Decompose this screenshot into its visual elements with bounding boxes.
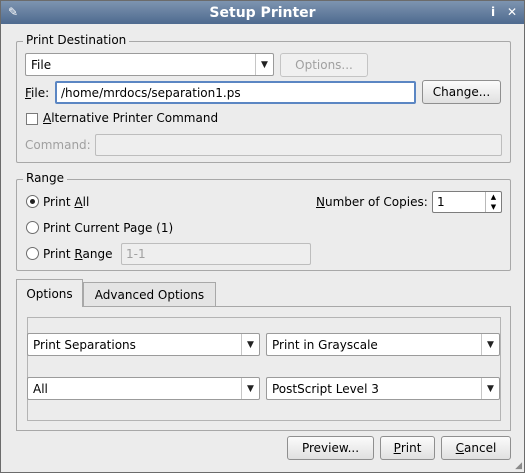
printer-select-value: File bbox=[31, 57, 52, 72]
file-label-text: ile: bbox=[31, 86, 50, 100]
file-path-value: /home/mrdocs/separation1.ps bbox=[61, 85, 241, 100]
alternative-command-checkbox[interactable] bbox=[26, 113, 38, 125]
print-range-radio[interactable] bbox=[26, 247, 39, 260]
copies-label: Number of Copies: bbox=[316, 195, 428, 209]
copies-spinbox[interactable]: 1 ▲ ▼ bbox=[432, 191, 502, 213]
print-current-page-label[interactable]: Print Current Page (1) bbox=[43, 221, 173, 235]
separation-mode-select[interactable]: Print Separations ▼ bbox=[27, 333, 260, 356]
color-mode-value: Print in Grayscale bbox=[272, 337, 378, 352]
separation-select[interactable]: All ▼ bbox=[27, 377, 260, 400]
range-title: Range bbox=[23, 171, 68, 185]
copies-mnemonic: N bbox=[316, 195, 325, 209]
options-tab-panel bbox=[16, 306, 511, 431]
window-title: Setup Printer bbox=[209, 4, 316, 21]
alternative-command-mnemonic: A bbox=[43, 111, 52, 125]
command-input[interactable] bbox=[95, 134, 502, 156]
chevron-down-icon: ▼ bbox=[241, 334, 259, 355]
print-range-label[interactable]: Print Range bbox=[43, 247, 112, 261]
print-mnemonic: P bbox=[393, 441, 401, 455]
print-range-prefix: Print bbox=[43, 247, 75, 261]
print-all-label[interactable]: Print All bbox=[43, 195, 89, 209]
copies-value: 1 bbox=[437, 195, 445, 209]
print-button[interactable]: Print bbox=[380, 436, 435, 460]
setup-printer-dialog: ✎ Setup Printer i ✕ Print Destination Fi… bbox=[0, 0, 525, 473]
resize-grip-icon[interactable]: ◢ bbox=[515, 461, 522, 471]
printer-select[interactable]: File ▼ bbox=[25, 53, 274, 76]
cancel-button[interactable]: Cancel bbox=[441, 436, 511, 460]
chevron-down-icon: ▼ bbox=[241, 378, 259, 399]
print-current-page-radio[interactable] bbox=[26, 221, 39, 234]
postscript-level-value: PostScript Level 3 bbox=[272, 381, 379, 396]
page-range-value: 1-1 bbox=[126, 247, 146, 261]
print-range-mnemonic: R bbox=[74, 247, 83, 261]
page-range-input[interactable]: 1-1 bbox=[121, 243, 311, 265]
tab-advanced-options[interactable]: Advanced Options bbox=[83, 282, 216, 307]
close-icon[interactable]: ✕ bbox=[504, 4, 520, 20]
pin-icon[interactable]: ✎ bbox=[5, 4, 21, 20]
spin-down-icon[interactable]: ▼ bbox=[486, 202, 501, 212]
file-label: File: bbox=[25, 86, 49, 100]
postscript-level-select[interactable]: PostScript Level 3 ▼ bbox=[266, 377, 500, 400]
print-button-text: rint bbox=[400, 441, 422, 455]
chevron-down-icon: ▼ bbox=[255, 54, 273, 75]
cancel-button-text: ancel bbox=[464, 441, 497, 455]
change-button[interactable]: Change... bbox=[422, 80, 501, 104]
options-button[interactable]: Options... bbox=[280, 53, 368, 77]
info-icon[interactable]: i bbox=[485, 4, 501, 20]
command-label: Command: bbox=[25, 138, 91, 152]
spin-up-icon[interactable]: ▲ bbox=[486, 192, 501, 202]
print-destination-title: Print Destination bbox=[23, 33, 130, 47]
color-mode-select[interactable]: Print in Grayscale ▼ bbox=[266, 333, 500, 356]
radio-selected-dot bbox=[30, 199, 35, 204]
preview-button[interactable]: Preview... bbox=[287, 436, 374, 460]
tab-options[interactable]: Options bbox=[16, 279, 83, 307]
print-all-radio[interactable] bbox=[26, 195, 39, 208]
separation-select-value: All bbox=[33, 381, 48, 396]
cancel-mnemonic: C bbox=[455, 441, 465, 455]
print-all-mnemonic: A bbox=[74, 195, 83, 209]
spin-arrows[interactable]: ▲ ▼ bbox=[485, 192, 501, 212]
print-all-prefix: Print bbox=[43, 195, 75, 209]
copies-label-text: umber of Copies: bbox=[324, 195, 428, 209]
print-all-rest: ll bbox=[82, 195, 90, 209]
separation-mode-value: Print Separations bbox=[33, 337, 136, 352]
chevron-down-icon: ▼ bbox=[481, 334, 499, 355]
file-path-input[interactable]: /home/mrdocs/separation1.ps bbox=[55, 81, 416, 104]
alternative-command-text: lternative Printer Command bbox=[51, 111, 219, 125]
chevron-down-icon: ▼ bbox=[481, 378, 499, 399]
title-bar[interactable]: ✎ Setup Printer i ✕ bbox=[1, 1, 524, 24]
alternative-command-label[interactable]: Alternative Printer Command bbox=[43, 111, 218, 125]
print-range-rest: ange bbox=[82, 247, 113, 261]
